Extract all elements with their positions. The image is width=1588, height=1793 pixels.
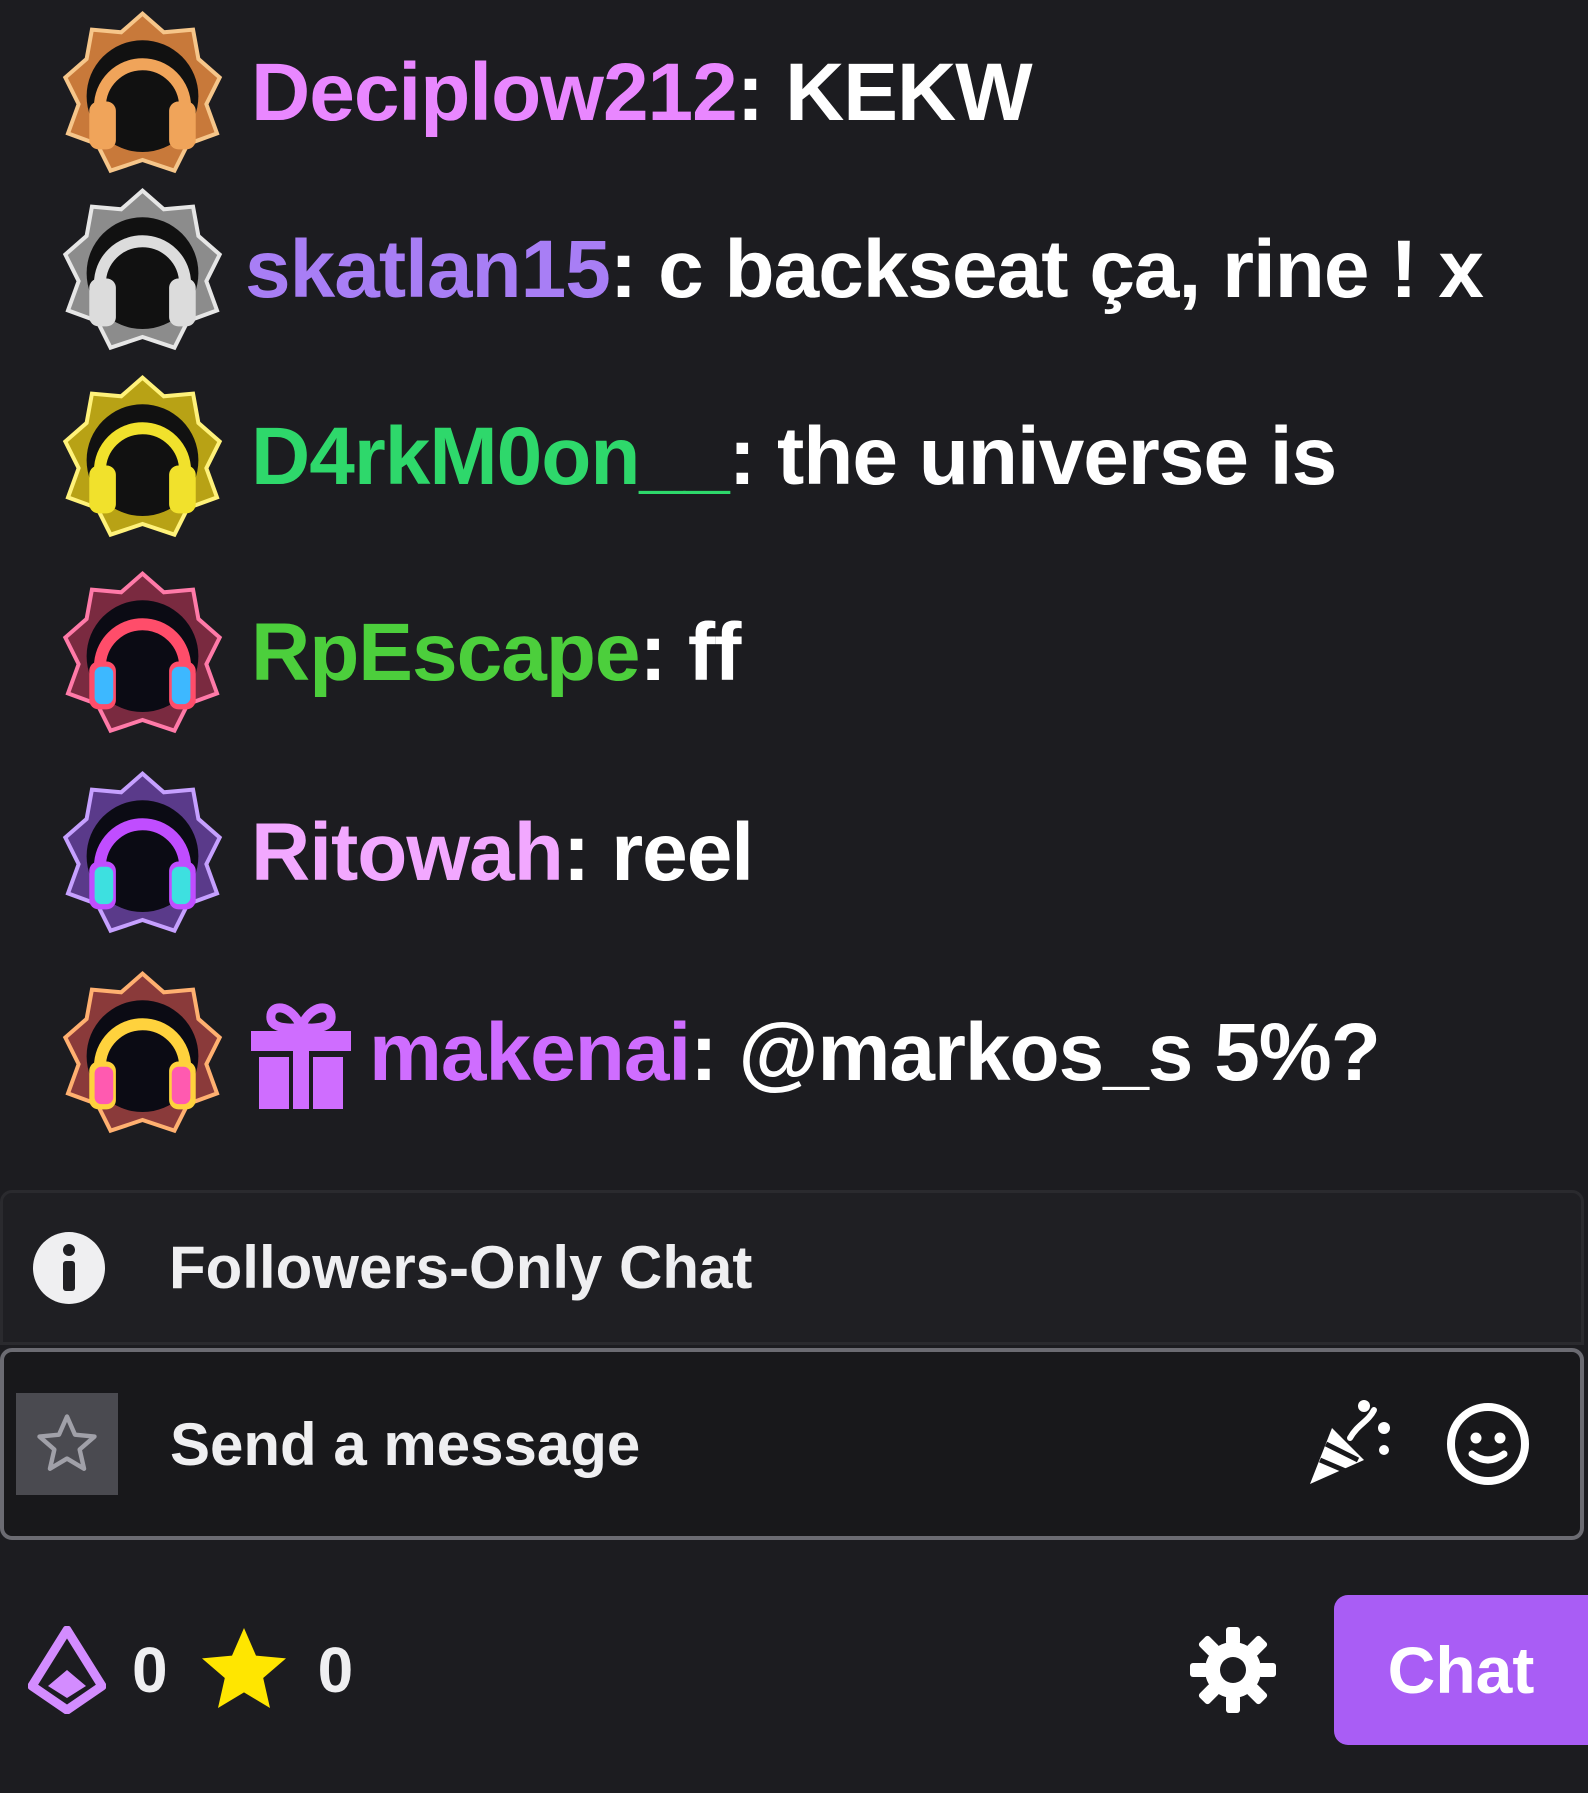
- party-popper-icon[interactable]: [1302, 1398, 1394, 1490]
- info-icon: [33, 1231, 105, 1304]
- chat-username[interactable]: Deciplow212: [251, 46, 738, 140]
- colon: :: [690, 1007, 717, 1098]
- headphones-badge-yellow-icon[interactable]: [60, 374, 225, 540]
- chat-username[interactable]: makenai: [369, 1006, 691, 1100]
- chat-message-text: ff: [687, 607, 742, 698]
- followers-only-banner[interactable]: Followers-Only Chat: [0, 1190, 1584, 1345]
- chat-message: skatlan15: c backseat ça, rine ! x: [60, 185, 1484, 355]
- colon: :: [609, 224, 637, 315]
- colon: :: [639, 607, 667, 698]
- colon: :: [736, 47, 764, 138]
- star-count: 0: [317, 1634, 354, 1706]
- followers-only-label: Followers-Only Chat: [169, 1234, 753, 1301]
- headphones-badge-orange-icon[interactable]: [60, 10, 225, 176]
- headphones-badge-neon-purple-icon[interactable]: [60, 770, 225, 936]
- chat-message: Deciplow212: KEKW: [60, 8, 1033, 178]
- chat-message-text: c backseat ça, rine ! x: [658, 224, 1484, 315]
- chat-message: D4rkM0on__: the universe is: [60, 372, 1337, 542]
- chat-message-text: KEKW: [785, 47, 1033, 138]
- chat-message-text: reel: [611, 807, 754, 898]
- headphones-badge-neon-gold-icon[interactable]: [60, 970, 225, 1136]
- headphones-badge-neon-red-icon[interactable]: [60, 570, 225, 736]
- chat-message: Ritowah: reel: [60, 768, 754, 938]
- headphones-badge-silver-icon[interactable]: [60, 187, 225, 353]
- chat-message-text: the universe is: [776, 411, 1337, 502]
- chat-message: makenai: @markos_s 5%?: [60, 968, 1381, 1138]
- emote-smiley-icon[interactable]: [1444, 1400, 1532, 1488]
- chat-username[interactable]: D4rkM0on__: [251, 410, 730, 504]
- colon: :: [728, 411, 756, 502]
- gift-icon[interactable]: [251, 997, 351, 1109]
- star-outline-icon[interactable]: [16, 1393, 118, 1495]
- channel-points-count: 0: [132, 1634, 168, 1706]
- chat-message-input[interactable]: [168, 1408, 1302, 1480]
- chat-panel: Deciplow212: KEKW skatlan15: c backseat ça…: [0, 0, 1588, 1793]
- yellow-star-icon[interactable]: [196, 1622, 292, 1718]
- send-chat-button[interactable]: Chat: [1334, 1595, 1588, 1745]
- chat-message: RpEscape: ff: [60, 568, 742, 738]
- colon: :: [562, 807, 590, 898]
- chat-message-list[interactable]: Deciplow212: KEKW skatlan15: c backseat ça…: [0, 0, 1588, 1185]
- chat-bottom-bar: 0 0 Chat: [0, 1590, 1588, 1750]
- chat-username[interactable]: skatlan15: [245, 223, 611, 317]
- chat-input-container: [0, 1348, 1584, 1540]
- chat-username[interactable]: RpEscape: [251, 606, 641, 700]
- gear-icon[interactable]: [1188, 1625, 1278, 1715]
- channel-points-icon[interactable]: [28, 1626, 106, 1714]
- chat-username[interactable]: Ritowah: [251, 806, 564, 900]
- chat-message-text: @markos_s 5%?: [738, 1007, 1381, 1098]
